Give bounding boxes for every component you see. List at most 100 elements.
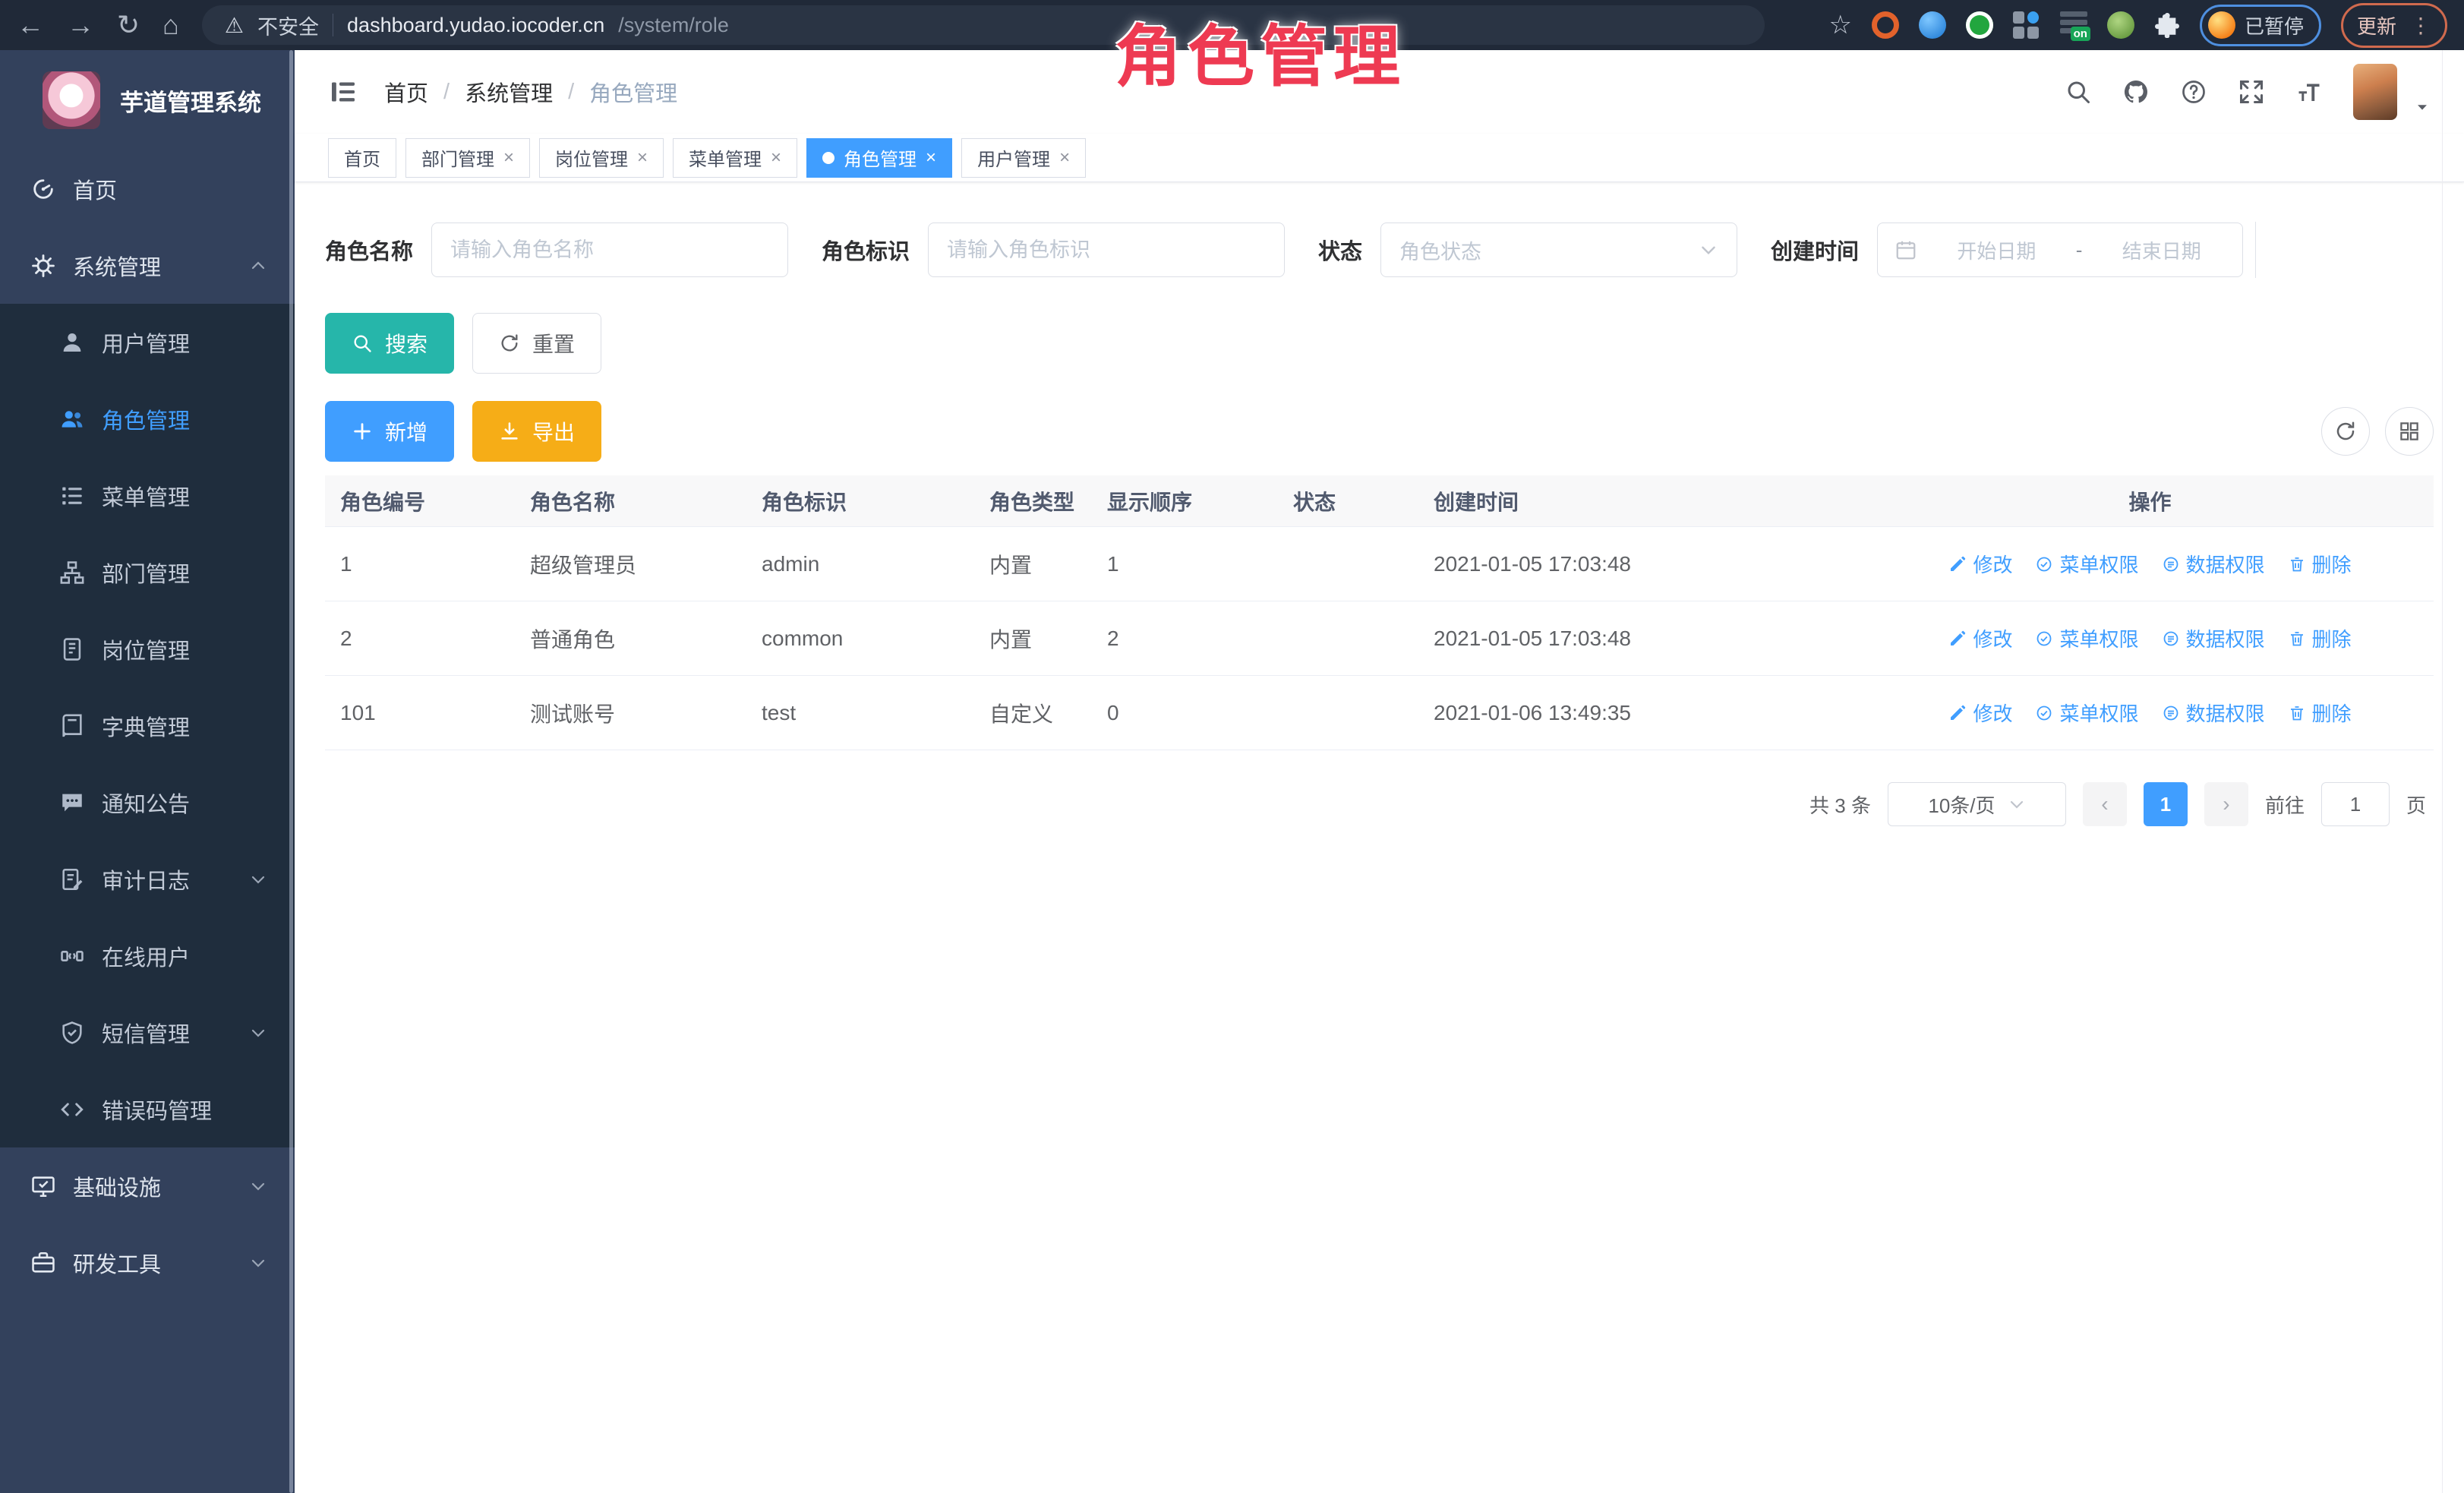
- page-size-select[interactable]: 10条/页: [1888, 782, 2066, 826]
- tab-home[interactable]: 首页: [328, 138, 396, 178]
- sidebar-item-menus[interactable]: 菜单管理: [0, 457, 295, 534]
- sidebar-item-label: 菜单管理: [102, 480, 190, 512]
- delete-link[interactable]: 删除: [2288, 624, 2352, 652]
- sidebar-item-notice[interactable]: 通知公告: [0, 764, 295, 841]
- circle-check-icon: [2035, 555, 2053, 573]
- browser-menu-icon[interactable]: ⋮: [2410, 13, 2431, 38]
- sidebar-item-home[interactable]: 首页: [0, 150, 295, 227]
- browser-forward-icon[interactable]: →: [67, 11, 94, 39]
- sidebar-item-sms[interactable]: 短信管理: [0, 994, 295, 1071]
- edit-link[interactable]: 修改: [1948, 624, 2012, 652]
- pencil-icon: [1948, 555, 1967, 573]
- sidebar-item-users[interactable]: 用户管理: [0, 304, 295, 380]
- cell-role-type: 内置: [974, 623, 1092, 654]
- font-size-icon[interactable]: [2295, 78, 2323, 106]
- next-page-button[interactable]: ›: [2204, 782, 2248, 826]
- menu-permission-link[interactable]: 菜单权限: [2035, 624, 2138, 652]
- user-avatar[interactable]: [2353, 64, 2397, 120]
- close-icon[interactable]: ×: [503, 149, 514, 167]
- delete-link[interactable]: 删除: [2288, 699, 2352, 727]
- browser-profile-chip[interactable]: 已暂停: [2200, 5, 2321, 46]
- role-key-label: 角色标识: [822, 234, 910, 266]
- sidebar-item-posts[interactable]: 岗位管理: [0, 611, 295, 687]
- close-icon[interactable]: ×: [637, 149, 648, 167]
- table-row: 101 测试账号 test 自定义 0 2021-01-06 13:49:35 …: [325, 676, 2434, 750]
- extension-icon[interactable]: on: [2060, 11, 2087, 39]
- extension-icon[interactable]: [1919, 11, 1946, 39]
- fullscreen-icon[interactable]: [2238, 78, 2265, 106]
- data-permission-link[interactable]: 数据权限: [2162, 624, 2265, 652]
- tab-roles[interactable]: 角色管理 ×: [806, 138, 952, 178]
- circle-data-icon: [2162, 630, 2180, 648]
- sidebar-item-audit-log[interactable]: 审计日志: [0, 841, 295, 917]
- edit-link[interactable]: 修改: [1948, 699, 2012, 727]
- delete-link[interactable]: 删除: [2288, 550, 2352, 578]
- hamburger-icon[interactable]: [328, 77, 358, 107]
- goto-page-input[interactable]: [2321, 782, 2390, 826]
- reset-button[interactable]: 重置: [472, 313, 601, 374]
- extension-icon[interactable]: [1966, 11, 1993, 39]
- security-label: 不安全: [257, 11, 319, 40]
- tab-menus[interactable]: 菜单管理 ×: [673, 138, 797, 178]
- bookmark-star-icon[interactable]: ☆: [1828, 10, 1851, 40]
- menu-permission-label: 菜单权限: [2059, 624, 2138, 652]
- chevron-down-icon: [249, 1254, 267, 1272]
- tab-departments[interactable]: 部门管理 ×: [405, 138, 530, 178]
- refresh-table-button[interactable]: [2321, 407, 2370, 456]
- date-range-picker[interactable]: 开始日期 - 结束日期: [1877, 223, 2243, 277]
- extension-icon[interactable]: [1872, 11, 1899, 39]
- sidebar-item-departments[interactable]: 部门管理: [0, 534, 295, 611]
- sidebar-item-label: 字典管理: [102, 710, 190, 742]
- cell-role-key: test: [746, 701, 974, 725]
- page-number-1[interactable]: 1: [2144, 782, 2188, 826]
- export-button[interactable]: 导出: [472, 401, 601, 462]
- app-logo-row[interactable]: 芋道管理系统: [0, 50, 295, 150]
- table-row: 1 超级管理员 admin 内置 1 2021-01-05 17:03:48 修…: [325, 527, 2434, 601]
- breadcrumb-system[interactable]: 系统管理: [465, 76, 553, 108]
- browser-back-icon[interactable]: ←: [17, 11, 44, 39]
- caret-down-icon[interactable]: [2414, 99, 2431, 115]
- browser-update-button[interactable]: 更新 ⋮: [2341, 3, 2447, 48]
- code-icon: [59, 1097, 85, 1122]
- role-key-input[interactable]: [928, 223, 1285, 277]
- prev-page-button[interactable]: ‹: [2083, 782, 2127, 826]
- book-icon: [59, 713, 85, 739]
- extension-icon[interactable]: [2013, 11, 2040, 39]
- data-permission-link[interactable]: 数据权限: [2162, 699, 2265, 727]
- close-icon[interactable]: ×: [926, 149, 936, 167]
- role-name-input[interactable]: [431, 223, 788, 277]
- edit-link[interactable]: 修改: [1948, 550, 2012, 578]
- tab-users[interactable]: 用户管理 ×: [961, 138, 1086, 178]
- search-button[interactable]: 搜索: [325, 313, 454, 374]
- extension-icon[interactable]: [2107, 11, 2134, 39]
- help-icon[interactable]: [2180, 78, 2207, 106]
- role-name-label: 角色名称: [325, 234, 413, 266]
- sidebar-item-error-codes[interactable]: 错误码管理: [0, 1071, 295, 1147]
- menu-permission-link[interactable]: 菜单权限: [2035, 550, 2138, 578]
- gear-icon: [30, 253, 56, 279]
- cell-sort: 2: [1092, 627, 1278, 651]
- data-permission-link[interactable]: 数据权限: [2162, 550, 2265, 578]
- sidebar-item-system[interactable]: 系统管理: [0, 227, 295, 304]
- address-bar[interactable]: ⚠ 不安全 dashboard.yudao.iocoder.cn/system/…: [202, 5, 1765, 45]
- close-icon[interactable]: ×: [1059, 149, 1070, 167]
- browser-home-icon[interactable]: ⌂: [162, 11, 179, 39]
- tab-posts[interactable]: 岗位管理 ×: [539, 138, 664, 178]
- sidebar-item-dev-tools[interactable]: 研发工具: [0, 1224, 295, 1301]
- breadcrumb-home[interactable]: 首页: [384, 76, 428, 108]
- menu-permission-link[interactable]: 菜单权限: [2035, 699, 2138, 727]
- search-icon[interactable]: [2065, 78, 2092, 106]
- browser-reload-icon[interactable]: ↻: [117, 11, 140, 39]
- sidebar-item-roles[interactable]: 角色管理: [0, 380, 295, 457]
- extensions-puzzle-icon[interactable]: [2154, 12, 2180, 38]
- add-button[interactable]: 新增: [325, 401, 454, 462]
- github-icon[interactable]: [2122, 78, 2150, 106]
- column-header: 创建时间: [1418, 486, 1851, 516]
- sidebar-item-infrastructure[interactable]: 基础设施: [0, 1147, 295, 1224]
- sidebar-item-online-users[interactable]: 在线用户: [0, 917, 295, 994]
- divider: [2255, 222, 2256, 278]
- close-icon[interactable]: ×: [771, 149, 781, 167]
- sidebar-item-dict[interactable]: 字典管理: [0, 687, 295, 764]
- column-settings-button[interactable]: [2385, 407, 2434, 456]
- status-select[interactable]: 角色状态: [1380, 223, 1737, 277]
